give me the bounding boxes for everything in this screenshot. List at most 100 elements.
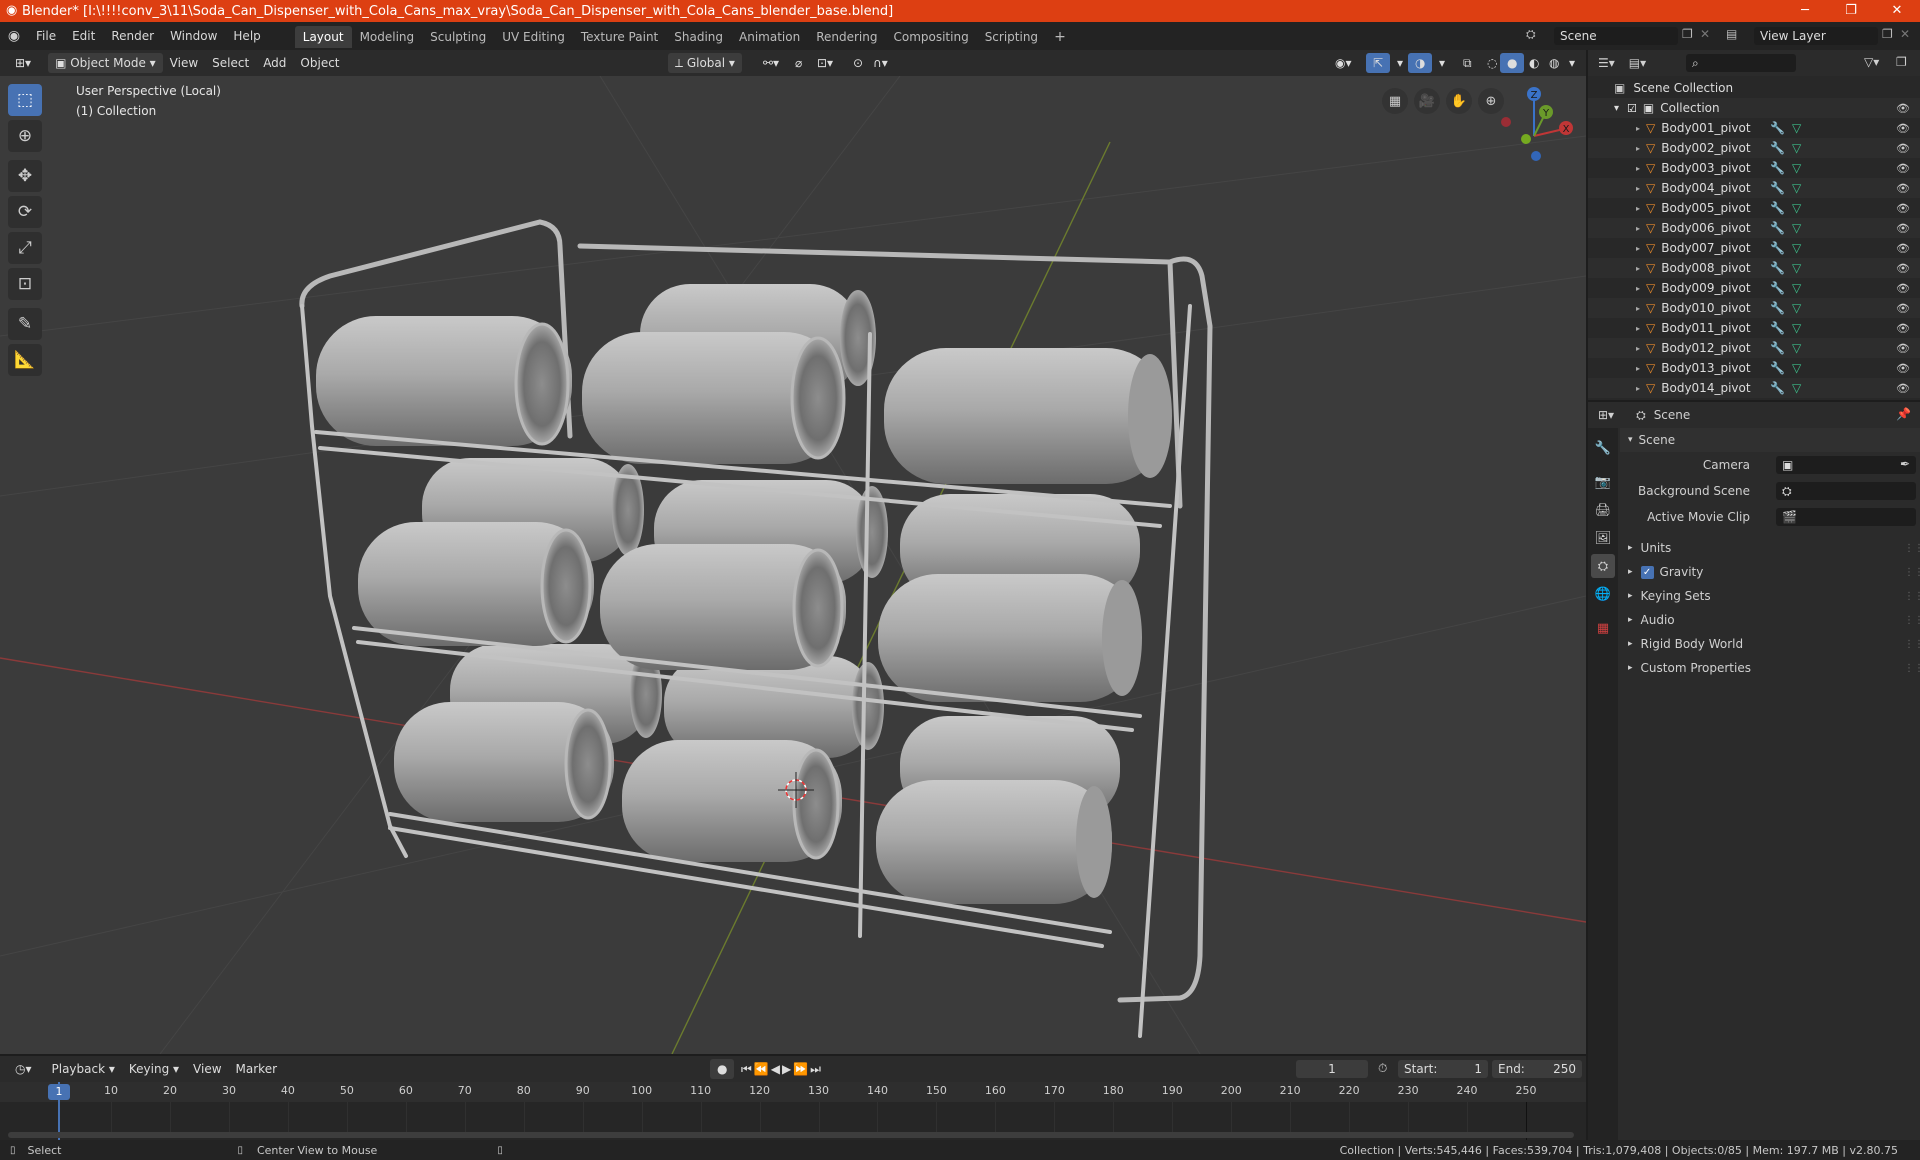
minimize-icon[interactable]: ─ [1782,0,1828,22]
mesh-data-icon[interactable]: ▽ [1792,161,1801,175]
drag-handle-icon[interactable]: ⋮⋮ [1904,567,1920,578]
expand-icon[interactable]: ▸ [1636,164,1640,173]
menu-keying[interactable]: Keying ▾ [122,1059,186,1079]
modifier-wrench-icon[interactable]: 🔧 [1770,181,1785,195]
mesh-data-icon[interactable]: ▽ [1792,281,1801,295]
snap-icon[interactable]: ⌀ [788,53,809,73]
maximize-icon[interactable]: ❐ [1828,0,1874,22]
mesh-data-icon[interactable]: ▽ [1792,361,1801,375]
menu-playback[interactable]: Playback ▾ [45,1059,122,1079]
background-scene-field[interactable]: ⛭ [1776,482,1916,500]
mesh-data-icon[interactable]: ▽ [1792,201,1801,215]
modifier-wrench-icon[interactable]: 🔧 [1770,261,1785,275]
modifier-wrench-icon[interactable]: 🔧 [1770,381,1785,395]
modifier-wrench-icon[interactable]: 🔧 [1770,361,1785,375]
menu-file[interactable]: File [28,22,64,50]
snap-target-icon[interactable]: ⊡▾ [810,53,840,73]
solid-shading-icon[interactable]: ● [1500,53,1525,73]
add-workspace-icon[interactable]: + [1046,26,1074,48]
property-section[interactable]: ▸ ✓ Gravity ⋮⋮ [1620,560,1920,584]
expand-icon[interactable]: ▸ [1636,204,1640,213]
eyedropper-icon[interactable]: ✒ [1900,457,1910,471]
menu-timeline-view[interactable]: View [186,1059,228,1079]
tab-uv-editing[interactable]: UV Editing [494,26,573,48]
outliner-item[interactable]: ▸ ▽ Body004_pivot 🔧 ▽ 👁 [1588,178,1920,198]
mesh-data-icon[interactable]: ▽ [1792,141,1801,155]
drag-handle-icon[interactable]: ⋮⋮ [1904,543,1920,554]
mesh-data-icon[interactable]: ▽ [1792,381,1801,395]
modifier-wrench-icon[interactable]: 🔧 [1770,141,1785,155]
new-view-layer-icon[interactable]: ❐ [1882,27,1893,41]
modifier-wrench-icon[interactable]: 🔧 [1770,321,1785,335]
property-section[interactable]: ▸ Audio ⋮⋮ [1620,608,1920,632]
outliner-editor-icon[interactable]: ☰▾ [1598,56,1615,70]
gravity-checkbox[interactable]: ✓ [1640,565,1654,579]
pin-icon[interactable]: 📌 [1896,407,1911,421]
visibility-eye-icon[interactable]: 👁 [1896,282,1910,295]
tab-compositing[interactable]: Compositing [885,26,976,48]
modifier-wrench-icon[interactable]: 🔧 [1770,201,1785,215]
timeline-editor-icon[interactable]: ◷▾ [8,1059,39,1079]
modifier-wrench-icon[interactable]: 🔧 [1770,221,1785,235]
expand-icon[interactable]: ▸ [1636,324,1640,333]
property-section[interactable]: ▸ Keying Sets ⋮⋮ [1620,584,1920,608]
visibility-eye-icon[interactable]: 👁 [1896,382,1910,395]
gizmo-toggle-icon[interactable]: ⇱ [1366,53,1391,73]
expand-icon[interactable]: ▸ [1636,384,1640,393]
start-frame-field[interactable]: Start: 1 [1398,1060,1488,1078]
outliner-item[interactable]: ▸ ▽ Body013_pivot 🔧 ▽ 👁 [1588,358,1920,378]
visibility-eye-icon[interactable]: 👁 [1896,162,1910,175]
mesh-data-icon[interactable]: ▽ [1792,341,1801,355]
orientation-selector[interactable]: ⟂ Global ▾ [668,53,742,73]
movie-clip-field[interactable]: 🎬 [1776,508,1916,526]
expand-icon[interactable]: ▸ [1636,224,1640,233]
select-box-icon[interactable]: ⬚ [8,84,42,116]
property-section[interactable]: ▸ Rigid Body World ⋮⋮ [1620,632,1920,656]
visibility-eye-icon[interactable]: 👁 [1896,362,1910,375]
close-icon[interactable]: ✕ [1874,0,1920,22]
expand-icon[interactable]: ▾ [1614,103,1619,114]
expand-icon[interactable]: ▸ [1636,264,1640,273]
outliner-item[interactable]: ▸ ▽ Body014_pivot 🔧 ▽ 👁 [1588,378,1920,398]
3d-viewport[interactable]: Z X Y User Perspective (Local) (1) Colle… [0,76,1586,1054]
property-section[interactable]: ▸ Units ⋮⋮ [1620,536,1920,560]
outliner-item[interactable]: ▸ ▽ Body007_pivot 🔧 ▽ 👁 [1588,238,1920,258]
grid-view-icon[interactable]: ▦ [1382,88,1408,114]
outliner-item[interactable]: ▸ ▽ Body003_pivot 🔧 ▽ 👁 [1588,158,1920,178]
outliner-item[interactable]: ▸ ▽ Body005_pivot 🔧 ▽ 👁 [1588,198,1920,218]
blender-menu-icon[interactable]: ◉ [0,28,28,44]
end-frame-field[interactable]: End: 250 [1492,1060,1582,1078]
drag-handle-icon[interactable]: ⋮⋮ [1904,639,1920,650]
clock-icon[interactable]: ⏱ [1378,1061,1387,1076]
menu-select[interactable]: Select [205,53,256,73]
measure-icon[interactable]: 📐 [8,344,42,376]
tab-shading[interactable]: Shading [666,26,731,48]
drag-handle-icon[interactable]: ⋮⋮ [1904,591,1920,602]
menu-window[interactable]: Window [162,22,225,50]
mesh-data-icon[interactable]: ▽ [1792,321,1801,335]
expand-icon[interactable]: ▸ [1636,184,1640,193]
outliner-item[interactable]: ▸ ▽ Body006_pivot 🔧 ▽ 👁 [1588,218,1920,238]
new-scene-icon[interactable]: ❐ [1682,27,1693,41]
pan-hand-icon[interactable]: ✋ [1446,88,1472,114]
expand-icon[interactable]: ▸ [1636,364,1640,373]
drag-handle-icon[interactable]: ⋮⋮ [1904,663,1920,674]
visibility-eye-icon[interactable]: 👁 [1896,122,1910,135]
overlay-dropdown-icon[interactable]: ▾ [1432,53,1452,73]
outliner-item[interactable]: ▸ ▽ Body001_pivot 🔧 ▽ 👁 [1588,118,1920,138]
menu-add[interactable]: Add [256,53,293,73]
scene-tab-icon[interactable]: ⛭ [1591,554,1615,578]
tool-tab-icon[interactable]: 🔧 [1591,436,1615,460]
menu-render[interactable]: Render [103,22,162,50]
mesh-data-icon[interactable]: ▽ [1792,241,1801,255]
annotate-icon[interactable]: ✎ [8,308,42,340]
output-tab-icon[interactable]: 🖨 [1591,498,1615,522]
scale-icon[interactable]: ⤢ [8,232,42,264]
modifier-wrench-icon[interactable]: 🔧 [1770,301,1785,315]
move-icon[interactable]: ✥ [8,160,42,192]
tree-scene-collection[interactable]: ▣ Scene Collection [1588,78,1920,98]
render-tab-icon[interactable]: 📷 [1591,470,1615,494]
mesh-data-icon[interactable]: ▽ [1792,261,1801,275]
pivot-icon[interactable]: ⚯▾ [756,53,786,73]
visibility-eye-icon[interactable]: 👁 [1896,262,1910,275]
